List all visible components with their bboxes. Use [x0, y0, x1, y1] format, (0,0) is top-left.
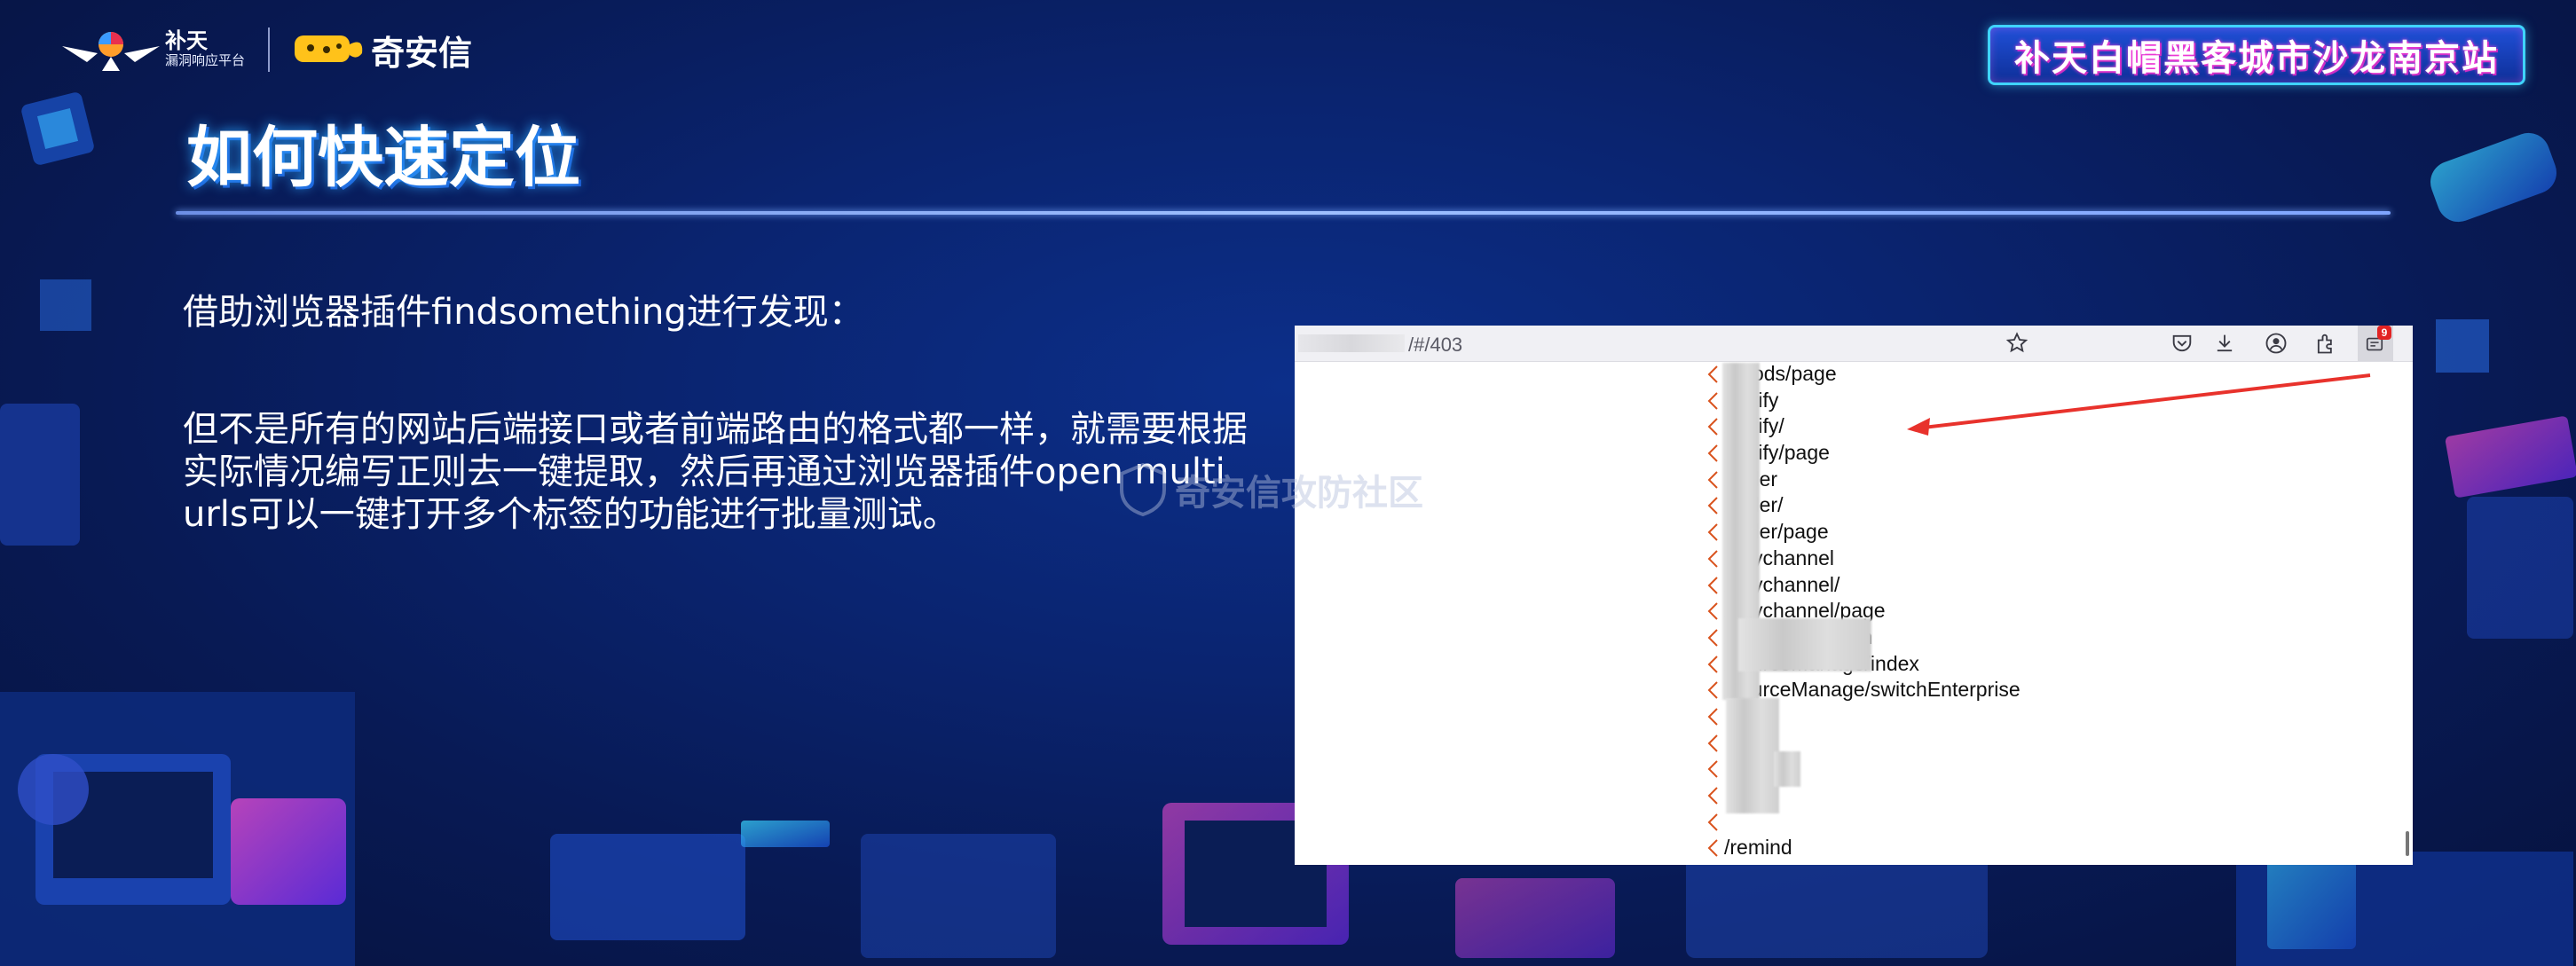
scrollbar[interactable] — [2406, 831, 2409, 856]
browser-screenshot: /#/403 9 /goods/page/notify/page /order/… — [1295, 326, 2413, 865]
watermark-text: 奇安信攻防社区 — [1175, 473, 1423, 514]
paragraph-detail: 但不是所有的网站后端接口或者前端路由的格式都一样，就需要根据实际情况编写正则去一… — [183, 409, 1248, 535]
qax-logo-icon — [295, 35, 363, 62]
event-title: 补天白帽黑客城市沙龙南京站 — [2014, 38, 2499, 79]
org-subtitle: 漏洞响应平台 — [165, 53, 246, 68]
logo-divider — [268, 27, 271, 72]
tianyu-logo-icon — [62, 32, 160, 71]
watermark: 奇安信攻防社区 — [1120, 463, 1423, 516]
title-underline — [176, 211, 2391, 215]
red-arrow — [1907, 373, 2371, 436]
paragraph-intro: 借助浏览器插件findsomething进行发现： — [183, 292, 864, 333]
partner-name: 奇安信 — [371, 33, 473, 73]
shield-icon — [1120, 463, 1166, 516]
event-title-badge: 补天白帽黑客城市沙龙南京站 — [1988, 25, 2525, 85]
org-name-block: 补天 漏洞响应平台 — [165, 30, 245, 69]
org-name: 补天 — [165, 29, 208, 53]
header-logos: 补天 漏洞响应平台 奇安信 — [62, 23, 472, 76]
slide-title: 如何快速定位 — [186, 120, 580, 196]
